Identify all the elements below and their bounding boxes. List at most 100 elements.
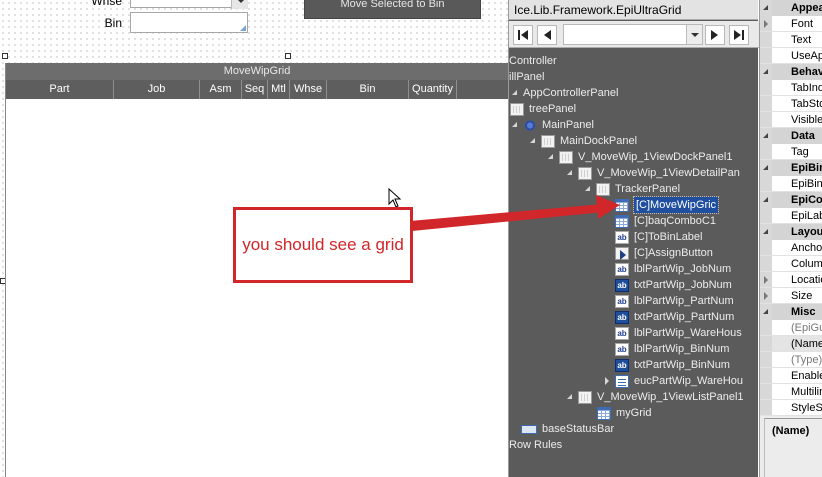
column-header-part[interactable]: Part xyxy=(6,80,114,99)
chevron-down-icon[interactable] xyxy=(231,0,248,9)
column-header-bin[interactable]: Bin xyxy=(327,80,409,99)
tree-node-tobinlabel[interactable]: ab [C]ToBinLabel xyxy=(615,229,703,245)
tree-node-row-rules[interactable]: Row Rules xyxy=(509,437,562,453)
tree-node-lbl-partnum[interactable]: ab lblPartWip_PartNum xyxy=(615,293,734,309)
navigation-combo[interactable] xyxy=(563,24,703,45)
tree-node-baqcombo[interactable]: [C]baqComboC1 xyxy=(615,213,716,229)
collapsed-arrow-icon[interactable] xyxy=(602,373,612,389)
chevron-down-icon[interactable] xyxy=(686,25,702,44)
column-header-job[interactable]: Job xyxy=(114,80,200,99)
prop-type[interactable]: (Type) xyxy=(760,352,822,368)
first-icon xyxy=(518,30,528,40)
first-record-button[interactable] xyxy=(513,25,533,45)
panel-icon xyxy=(578,390,592,404)
resize-handle-top-left[interactable] xyxy=(2,53,8,59)
label-icon: ab xyxy=(615,230,629,244)
expand-arrow-icon[interactable] xyxy=(583,181,593,197)
tree-node-txt-partnum[interactable]: ab txtPartWip_PartNum xyxy=(615,309,734,325)
panel-icon xyxy=(541,134,555,148)
column-header-mtl[interactable]: Mtl xyxy=(268,80,290,99)
prop-category-appearance[interactable]: Appea xyxy=(760,0,822,16)
prop-category-data[interactable]: Data xyxy=(760,128,822,144)
tree-node-basestatusbar[interactable]: baseStatusBar xyxy=(521,421,614,437)
prop-category-misc[interactable]: Misc xyxy=(760,304,822,320)
last-icon xyxy=(734,30,744,40)
prop-visible[interactable]: Visible xyxy=(760,112,822,128)
tree-node-viewdockpanel1[interactable]: V_MoveWip_1ViewDockPanel1 xyxy=(546,149,733,165)
expand-arrow-icon[interactable] xyxy=(528,133,538,149)
tree-node-viewdetailpanel[interactable]: V_MoveWip_1ViewDetailPan xyxy=(565,165,740,181)
prop-category-epicontrol[interactable]: EpiCo xyxy=(760,192,822,208)
tree-node-viewlistpanel1[interactable]: V_MoveWip_1ViewListPanel1 xyxy=(565,389,744,405)
tree-node-illpanel[interactable]: illPanel xyxy=(509,69,544,85)
tree-node-lbl-warehous[interactable]: ab lblPartWip_WareHous xyxy=(615,325,742,341)
tree-navigation-bar xyxy=(509,21,759,48)
tree-node-lbl-jobnum[interactable]: ab lblPartWip_JobNum xyxy=(615,261,731,277)
tree-node-controller[interactable]: Controller xyxy=(509,53,557,69)
label-icon: ab xyxy=(615,262,629,276)
prop-category-behavior[interactable]: Behav xyxy=(760,64,822,80)
panel-icon xyxy=(510,102,524,116)
prop-location[interactable]: Locatio xyxy=(760,272,822,288)
last-record-button[interactable] xyxy=(729,25,749,45)
prop-tabindex[interactable]: TabInd xyxy=(760,80,822,96)
euc-combo-icon xyxy=(615,374,629,388)
bin-input[interactable] xyxy=(130,12,248,33)
move-selected-to-bin-button[interactable]: Move Selected to Bin xyxy=(304,0,481,19)
expand-arrow-icon[interactable] xyxy=(565,165,575,181)
prop-name[interactable]: (Name xyxy=(760,336,822,352)
expand-arrow-icon[interactable] xyxy=(510,117,520,133)
prop-useappstyling[interactable]: UseAp xyxy=(760,48,822,64)
tree-panel-title: Ice.Lib.Framework.EpiUltraGrid xyxy=(509,0,758,20)
property-grid[interactable]: Appea Font Text UseAp Behav TabInd TabSt… xyxy=(759,0,822,477)
expand-arrow-icon[interactable] xyxy=(510,85,520,101)
prop-multiline[interactable]: Multilin xyxy=(760,384,822,400)
prop-stylesetname[interactable]: StyleSe xyxy=(760,400,822,416)
whse-combo[interactable] xyxy=(130,0,248,9)
bin-label: Bin xyxy=(104,16,122,30)
tree-node-txt-binnum[interactable]: ab txtPartWip_BinNum xyxy=(615,357,730,373)
prop-epiguid[interactable]: (EpiGu xyxy=(760,320,822,336)
prop-column[interactable]: Colum xyxy=(760,256,822,272)
textbox-icon: ab xyxy=(615,278,629,292)
tree-node-euc-warehou[interactable]: eucPartWip_WareHou xyxy=(602,373,743,389)
prop-category-layout[interactable]: Layou xyxy=(760,224,822,240)
column-header-seq[interactable]: Seq xyxy=(242,80,268,99)
next-icon xyxy=(711,30,718,40)
tree-node-txt-jobnum[interactable]: ab txtPartWip_JobNum xyxy=(615,277,732,293)
tree-node-mainpanel[interactable]: MainPanel xyxy=(510,117,594,133)
tree-node-appcontrollerpanel[interactable]: AppControllerPanel xyxy=(510,85,618,101)
tree-node-maindockpanel[interactable]: MainDockPanel xyxy=(528,133,637,149)
prop-epibinding[interactable]: EpiBin xyxy=(760,176,822,192)
next-record-button[interactable] xyxy=(705,25,725,45)
prop-size[interactable]: Size xyxy=(760,288,822,304)
prop-category-epibinding[interactable]: EpiBin xyxy=(760,160,822,176)
expand-arrow-icon[interactable] xyxy=(546,149,556,165)
prop-epilabel[interactable]: EpiLab xyxy=(760,208,822,224)
annotation-callout: you should see a grid xyxy=(233,207,413,283)
previous-record-button[interactable] xyxy=(537,25,557,45)
tree-node-lbl-binnum[interactable]: ab lblPartWip_BinNum xyxy=(615,341,729,357)
tree-node-trackerpanel[interactable]: TrackerPanel xyxy=(583,181,680,197)
prop-tag[interactable]: Tag xyxy=(760,144,822,160)
tree-node-movewipgrid[interactable]: [C]MoveWipGric xyxy=(615,196,720,214)
statusbar-icon xyxy=(521,424,537,434)
prop-font[interactable]: Font xyxy=(760,16,822,32)
prop-anchor[interactable]: Ancho xyxy=(760,240,822,256)
control-tree-panel: Ice.Lib.Framework.EpiUltraGrid Controlle… xyxy=(508,0,759,477)
annotation-text: you should see a grid xyxy=(242,235,404,254)
tree-node-assignbutton[interactable]: [C]AssignButton xyxy=(615,245,713,261)
tree-view[interactable]: Controller illPanel AppControllerPanel t… xyxy=(509,49,759,477)
label-icon: ab xyxy=(615,326,629,340)
prop-tabstop[interactable]: TabSto xyxy=(760,96,822,112)
prop-text[interactable]: Text xyxy=(760,32,822,48)
column-header-asm[interactable]: Asm xyxy=(200,80,242,99)
column-header-whse[interactable]: Whse xyxy=(290,80,327,99)
grid-icon xyxy=(615,198,629,212)
column-header-quantity[interactable]: Quantity xyxy=(409,80,457,99)
prop-enabled[interactable]: Enable xyxy=(760,368,822,384)
tree-node-treepanel[interactable]: treePanel xyxy=(510,101,576,117)
tree-node-mygrid[interactable]: myGrid xyxy=(597,405,651,421)
expand-arrow-icon[interactable] xyxy=(565,389,575,405)
resize-handle-top[interactable] xyxy=(285,53,291,59)
